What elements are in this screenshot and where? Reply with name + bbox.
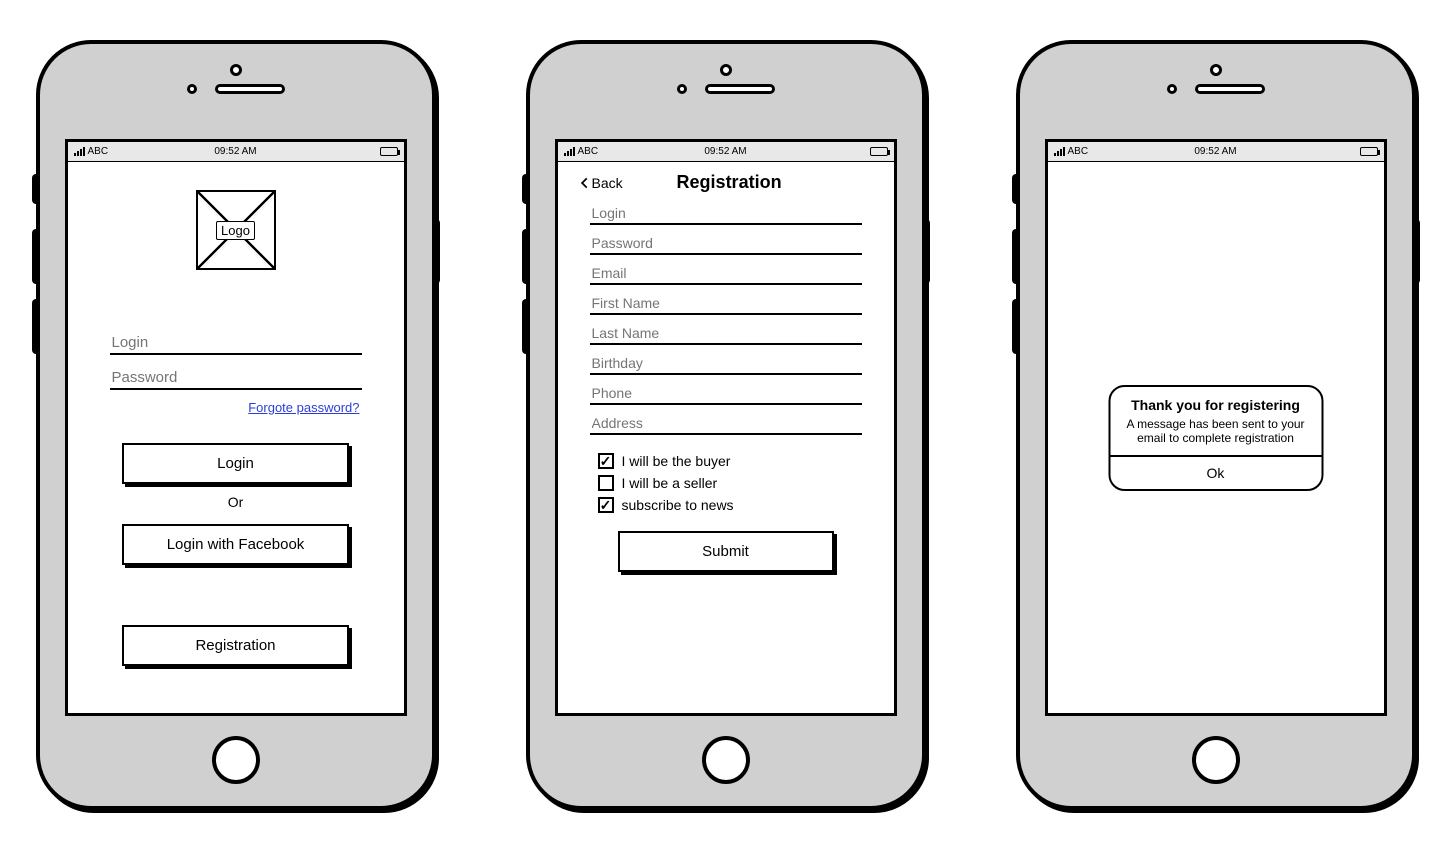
power-button-icon <box>1412 219 1420 284</box>
home-button[interactable] <box>212 736 260 784</box>
screen-registration: ABC 09:52 AM Back Registration <box>555 139 897 716</box>
reg-phone-input[interactable] <box>590 381 862 405</box>
registration-button[interactable]: Registration <box>122 625 350 666</box>
sensor-icon <box>1167 84 1177 94</box>
home-button[interactable] <box>702 736 750 784</box>
clock-label: 09:52 AM <box>1048 146 1384 157</box>
phone-frame-3: ABC 09:52 AM Thank you for registering A… <box>1016 40 1416 810</box>
power-button-icon <box>432 219 440 284</box>
password-input[interactable] <box>110 365 362 390</box>
reg-birthday-input[interactable] <box>590 351 862 375</box>
submit-button[interactable]: Submit <box>618 531 834 572</box>
power-button-icon <box>922 219 930 284</box>
page-title: Registration <box>631 172 874 193</box>
login-content: Logo Forgote password? Login Or Login wi… <box>68 162 404 713</box>
confirm-dialog: Thank you for registering A message has … <box>1108 385 1323 491</box>
speaker-icon <box>705 84 775 94</box>
status-bar: ABC 09:52 AM <box>558 142 894 162</box>
sensor-icon <box>677 84 687 94</box>
sensor-icon <box>187 84 197 94</box>
reg-email-input[interactable] <box>590 261 862 285</box>
front-camera-icon <box>720 64 732 76</box>
reg-firstname-input[interactable] <box>590 291 862 315</box>
back-label: Back <box>592 175 623 191</box>
volume-down-icon <box>522 299 530 354</box>
login-input[interactable] <box>110 330 362 355</box>
chevron-left-icon <box>578 176 592 190</box>
battery-icon <box>1360 147 1378 156</box>
or-label: Or <box>90 494 382 510</box>
confirm-content: Thank you for registering A message has … <box>1048 162 1384 713</box>
checkbox-seller-label: I will be a seller <box>622 475 718 491</box>
login-button[interactable]: Login <box>122 443 350 484</box>
checkbox-news[interactable] <box>598 497 614 513</box>
confirm-message: A message has been sent to your email to… <box>1110 417 1321 455</box>
checkbox-news-label: subscribe to news <box>622 497 734 513</box>
speaker-icon <box>215 84 285 94</box>
check-seller-row[interactable]: I will be a seller <box>598 475 854 491</box>
earpiece-row <box>40 84 432 94</box>
forgot-password-link[interactable]: Forgote password? <box>90 400 360 415</box>
screen-login: ABC 09:52 AM Logo Forgote password? Logi… <box>65 139 407 716</box>
status-bar: ABC 09:52 AM <box>68 142 404 162</box>
registration-content: Back Registration I will be the buyer I … <box>558 162 894 713</box>
registration-header: Back Registration <box>576 168 876 195</box>
mute-switch-icon <box>522 174 530 204</box>
reg-login-input[interactable] <box>590 201 862 225</box>
volume-down-icon <box>1012 299 1020 354</box>
logo-label: Logo <box>216 221 255 240</box>
checkbox-buyer-label: I will be the buyer <box>622 453 731 469</box>
reg-password-input[interactable] <box>590 231 862 255</box>
confirm-title: Thank you for registering <box>1110 387 1321 417</box>
checkbox-buyer[interactable] <box>598 453 614 469</box>
front-camera-icon <box>230 64 242 76</box>
earpiece-row <box>1020 84 1412 94</box>
back-button[interactable]: Back <box>578 175 623 191</box>
checkbox-seller[interactable] <box>598 475 614 491</box>
screen-confirm: ABC 09:52 AM Thank you for registering A… <box>1045 139 1387 716</box>
reg-lastname-input[interactable] <box>590 321 862 345</box>
phone-frame-1: ABC 09:52 AM Logo Forgote password? Logi… <box>36 40 436 810</box>
front-camera-icon <box>1210 64 1222 76</box>
earpiece-row <box>530 84 922 94</box>
check-buyer-row[interactable]: I will be the buyer <box>598 453 854 469</box>
check-news-row[interactable]: subscribe to news <box>598 497 854 513</box>
volume-up-icon <box>32 229 40 284</box>
battery-icon <box>870 147 888 156</box>
speaker-icon <box>1195 84 1265 94</box>
volume-up-icon <box>522 229 530 284</box>
reg-address-input[interactable] <box>590 411 862 435</box>
clock-label: 09:52 AM <box>68 146 404 157</box>
logo-placeholder: Logo <box>196 190 276 270</box>
clock-label: 09:52 AM <box>558 146 894 157</box>
volume-down-icon <box>32 299 40 354</box>
home-button[interactable] <box>1192 736 1240 784</box>
status-bar: ABC 09:52 AM <box>1048 142 1384 162</box>
mute-switch-icon <box>32 174 40 204</box>
phone-frame-2: ABC 09:52 AM Back Registration <box>526 40 926 810</box>
volume-up-icon <box>1012 229 1020 284</box>
mute-switch-icon <box>1012 174 1020 204</box>
ok-button[interactable]: Ok <box>1110 455 1321 489</box>
battery-icon <box>380 147 398 156</box>
login-facebook-button[interactable]: Login with Facebook <box>122 524 350 565</box>
